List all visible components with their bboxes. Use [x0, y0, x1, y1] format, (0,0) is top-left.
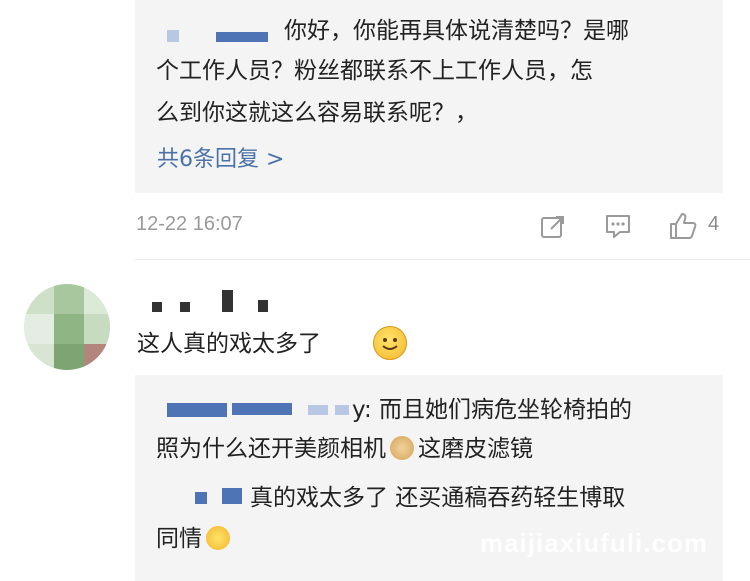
reply-text-line: 同情 [156, 524, 230, 554]
blurred-username [216, 32, 268, 42]
smile-emoji [373, 326, 407, 360]
blurred-username [335, 405, 349, 415]
blurred-username [195, 492, 207, 504]
reply-text-line: 真的戏太多了 还买通稿吞药轻生博取 [250, 485, 626, 511]
reply-text-line: 你好，你能再具体说清楚吗？是哪 [284, 18, 629, 44]
blurred-username [180, 302, 190, 312]
blurred-username [232, 403, 292, 415]
more-replies-link[interactable]: 共6条回复 > [157, 146, 284, 174]
reply-text-line: 么到你这就这么容易联系呢？， [156, 100, 478, 126]
like-icon[interactable] [668, 211, 698, 241]
reply-text-line: 照为什么还开美颜相机 这磨皮滤镜 [156, 436, 533, 462]
blurred-username [308, 405, 328, 415]
divider [135, 259, 750, 260]
timestamp: 12-22 16:07 [136, 213, 243, 235]
blurred-username [167, 30, 179, 42]
blurred-username [222, 488, 242, 504]
smirk-emoji [206, 526, 230, 550]
blurred-username [258, 300, 268, 312]
blurred-username [222, 290, 233, 312]
watermark: maijiaxiufuli.com [480, 528, 708, 558]
comment-icon[interactable] [604, 213, 632, 240]
comment-text: 这人真的戏太多了 [137, 331, 321, 357]
share-icon[interactable] [540, 214, 566, 240]
like-count: 4 [708, 213, 720, 235]
doge-emoji [390, 436, 414, 460]
blurred-username [167, 403, 227, 417]
blurred-username [152, 302, 162, 312]
reply-text-line: y: 而且她们病危坐轮椅拍的 [352, 397, 632, 423]
reply-text-line: 个工作人员？粉丝都联系不上工作人员，怎 [156, 58, 593, 84]
avatar[interactable] [24, 284, 110, 370]
